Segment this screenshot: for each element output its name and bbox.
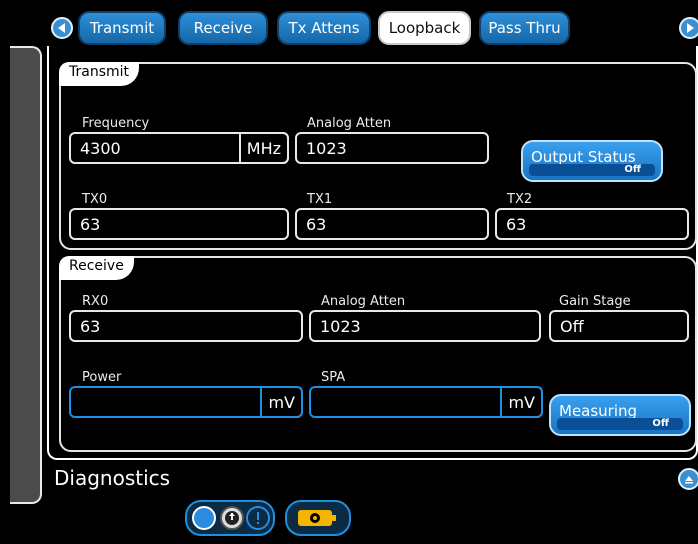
main-content: Transmit Frequency 4300 MHz Analog Atten… xyxy=(47,46,698,460)
tab-transmit[interactable]: Transmit xyxy=(78,11,166,45)
section-label-receive: Receive xyxy=(59,256,134,280)
frequency-label: Frequency xyxy=(82,116,150,131)
spa-input[interactable]: mV xyxy=(309,386,543,418)
expand-diagnostics-icon[interactable] xyxy=(678,468,698,490)
battery-button[interactable] xyxy=(285,500,351,536)
gain-stage-label: Gain Stage xyxy=(559,294,631,309)
diagnostics-title: Diagnostics xyxy=(54,466,171,490)
tab-bar: Transmit Receive Tx Attens Loopback Pass… xyxy=(0,0,698,46)
rx-analog-atten-label: Analog Atten xyxy=(321,294,406,309)
frequency-input[interactable]: 4300 MHz xyxy=(69,132,289,164)
tx1-label: TX1 xyxy=(307,192,333,207)
gain-stage-input[interactable]: Off xyxy=(549,310,689,342)
receive-section: Receive RX0 63 Analog Atten 1023 Gain St… xyxy=(59,256,697,452)
power-unit: mV xyxy=(260,386,303,418)
tab-pass-thru[interactable]: Pass Thru xyxy=(479,11,570,45)
tx-analog-atten-input[interactable]: 1023 xyxy=(295,132,489,164)
section-label-transmit: Transmit xyxy=(59,62,140,86)
output-status-button[interactable]: Output Status Off xyxy=(521,140,663,182)
side-panel xyxy=(0,46,42,504)
scroll-right-icon[interactable] xyxy=(679,17,698,39)
status-indicator-icon[interactable] xyxy=(192,506,216,530)
power-input[interactable]: mV xyxy=(69,386,303,418)
tx2-input[interactable]: 63 xyxy=(495,208,689,240)
rx0-input[interactable]: 63 xyxy=(69,310,303,342)
tx2-label: TX2 xyxy=(507,192,533,207)
spa-label: SPA xyxy=(321,370,346,385)
tab-tx-attens[interactable]: Tx Attens xyxy=(277,11,371,45)
alert-icon[interactable] xyxy=(246,506,270,530)
tx1-input[interactable]: 63 xyxy=(295,208,489,240)
tx0-input[interactable]: 63 xyxy=(69,208,289,240)
tab-receive[interactable]: Receive xyxy=(178,11,268,45)
transmit-section: Transmit Frequency 4300 MHz Analog Atten… xyxy=(59,62,697,250)
rx-analog-atten-input[interactable]: 1023 xyxy=(309,310,541,342)
tab-loopback[interactable]: Loopback xyxy=(378,11,471,45)
side-panel-handle[interactable] xyxy=(10,46,42,504)
rx0-label: RX0 xyxy=(82,294,109,309)
spa-unit: mV xyxy=(500,386,543,418)
measuring-button[interactable]: Measuring Off xyxy=(549,394,691,436)
diagnostic-toggle-group xyxy=(185,500,275,536)
analog-atten-label: Analog Atten xyxy=(307,116,392,131)
scroll-left-icon[interactable] xyxy=(51,17,73,39)
frequency-unit: MHz xyxy=(238,132,289,164)
frequency-value: 4300 xyxy=(80,139,121,158)
output-status-state: Off xyxy=(529,164,655,176)
power-label: Power xyxy=(82,370,122,385)
tx0-label: TX0 xyxy=(82,192,108,207)
battery-icon xyxy=(298,510,336,526)
measuring-state: Off xyxy=(557,418,683,430)
info-circle-icon[interactable] xyxy=(220,506,244,530)
